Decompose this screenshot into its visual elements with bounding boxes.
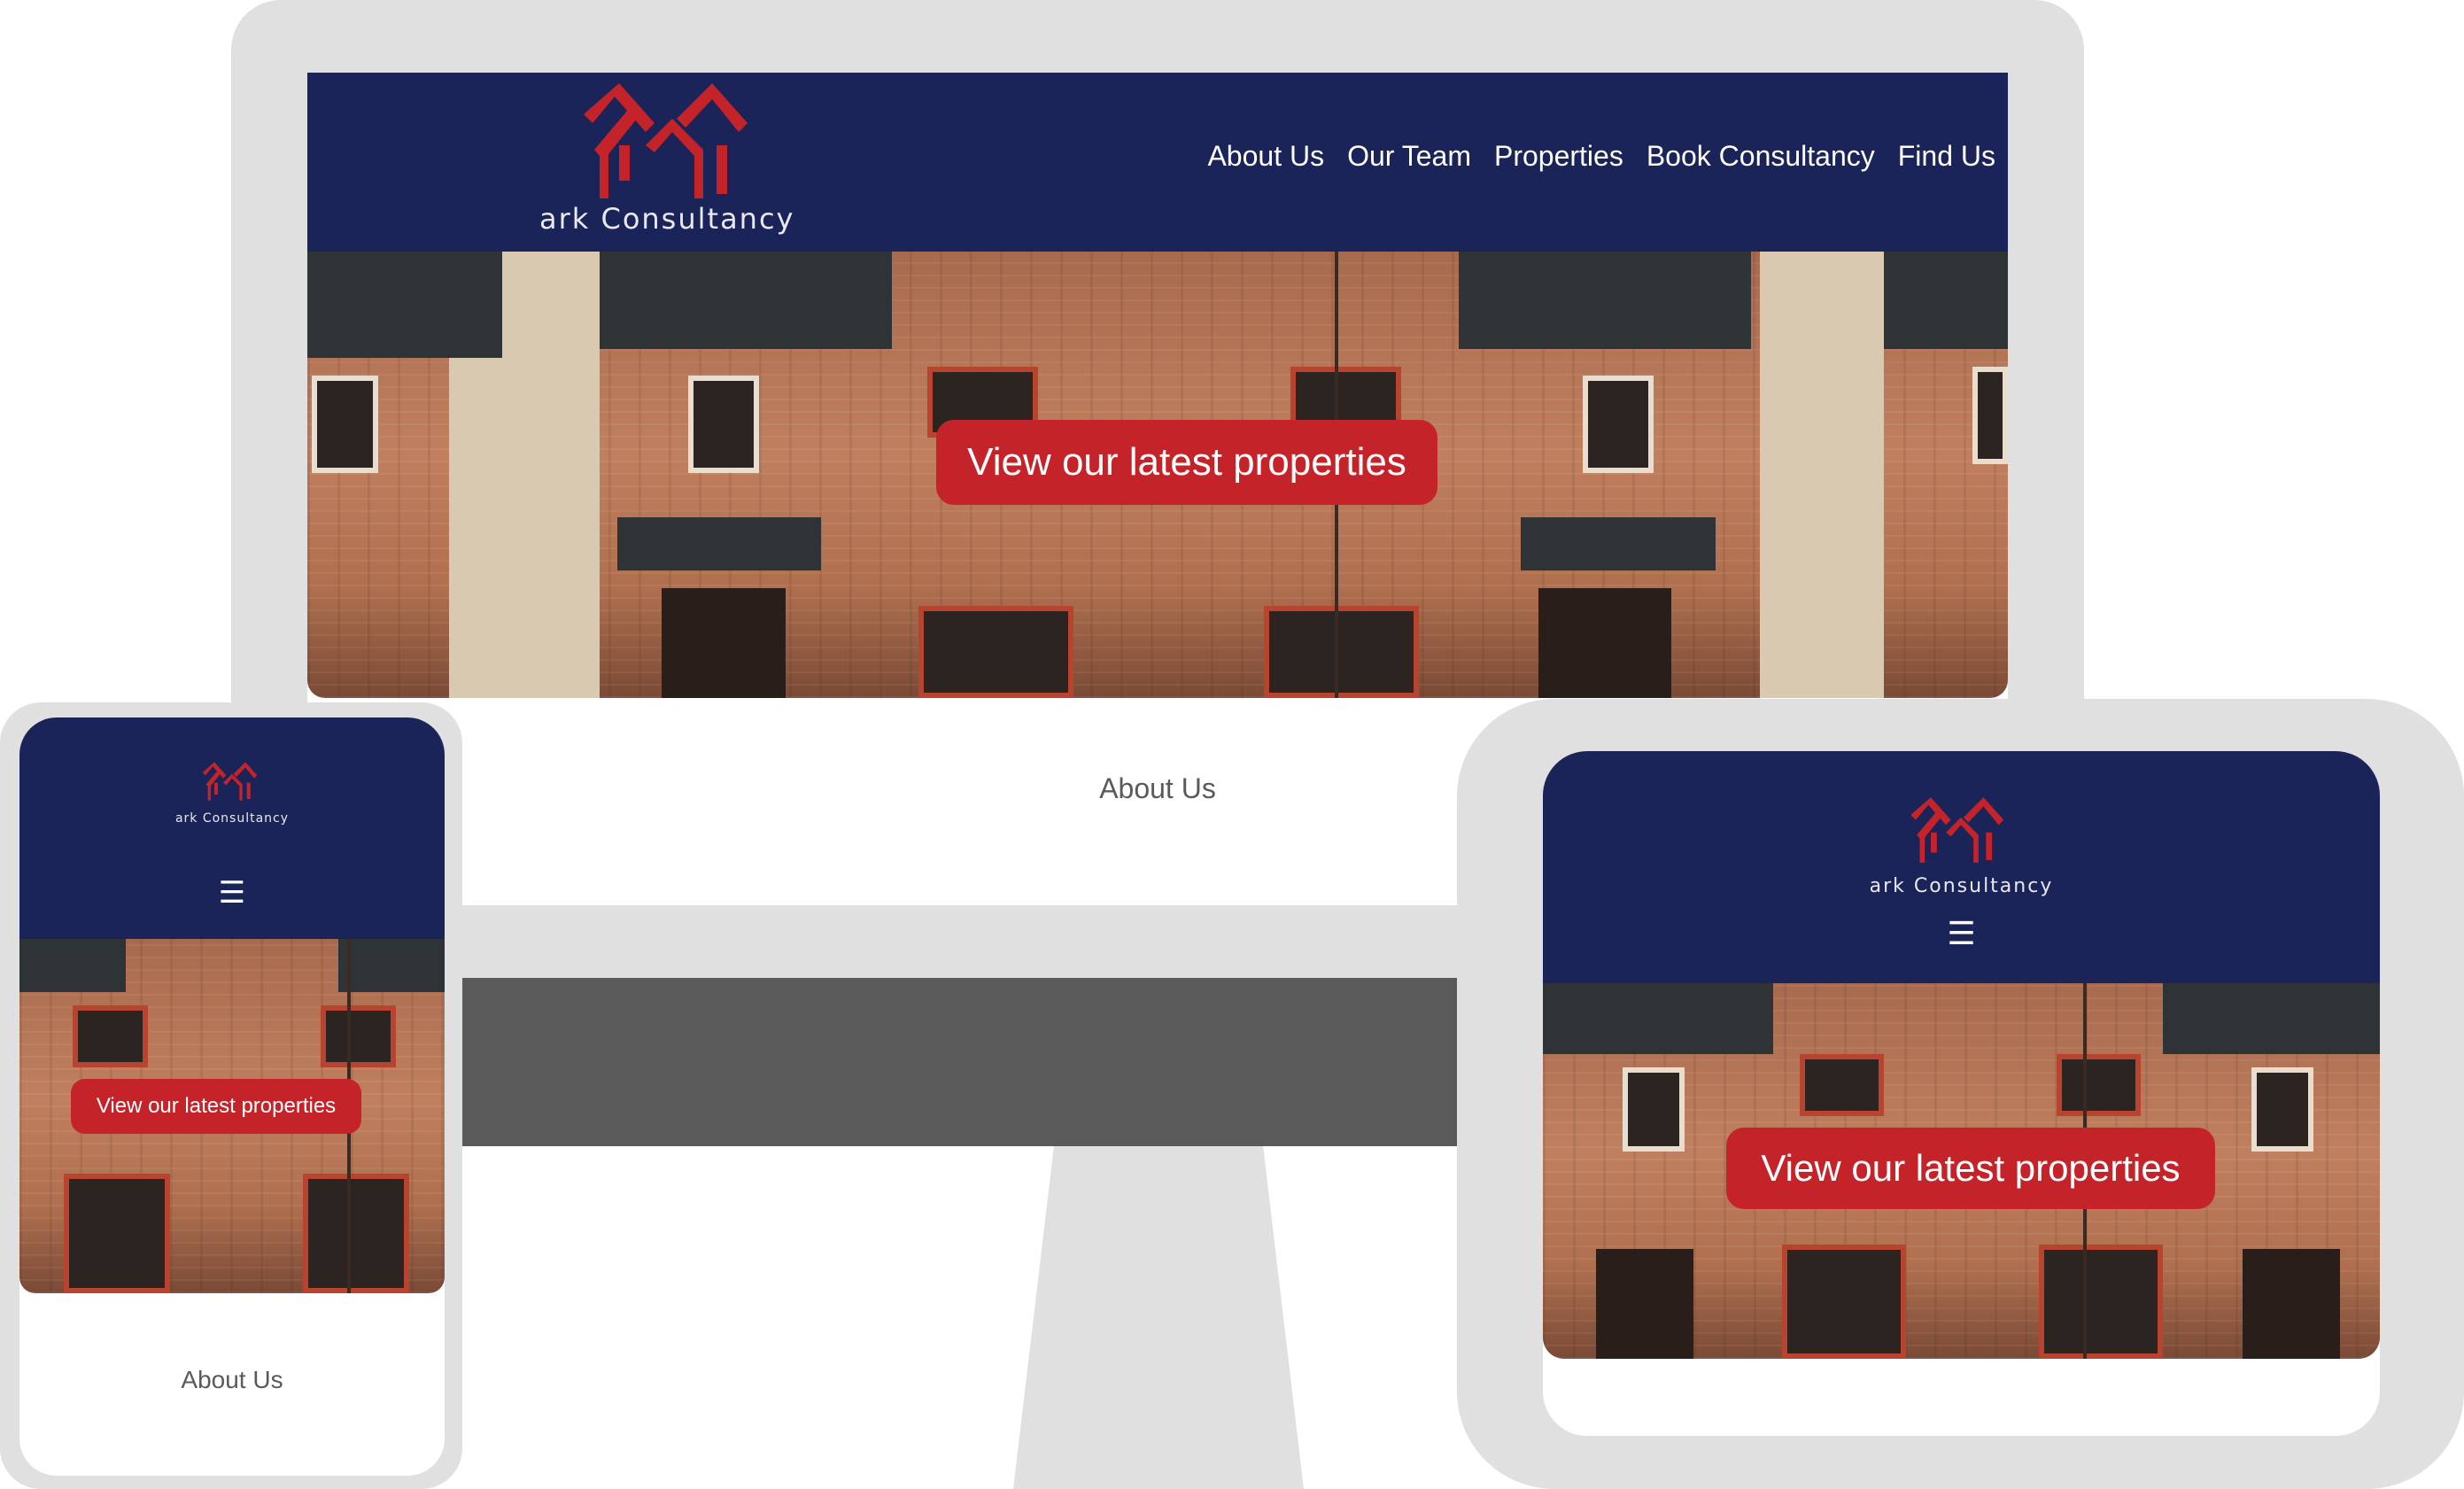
mobile-hamburger-icon[interactable]: ☰ xyxy=(19,875,445,911)
nav-our-team[interactable]: Our Team xyxy=(1347,140,1471,173)
houses-logo-icon xyxy=(202,762,258,801)
desktop-header: ark Consultancy About Us Our Team Proper… xyxy=(307,73,2008,252)
monitor-stand xyxy=(1013,1146,1304,1489)
tablet-hamburger-icon[interactable]: ☰ xyxy=(1543,916,2380,952)
logo-text: ark Consultancy xyxy=(539,202,795,236)
tablet-screen: ark Consultancy ☰ View our latest proper… xyxy=(1543,751,2380,1436)
tablet-logo-text: ark Consultancy xyxy=(1869,875,2054,897)
houses-logo-icon xyxy=(584,83,748,198)
nav-book-consultancy[interactable]: Book Consultancy xyxy=(1647,140,1875,173)
mobile-header: ark Consultancy ☰ xyxy=(19,717,445,939)
desktop-cta-button[interactable]: View our latest properties xyxy=(936,420,1437,505)
nav-properties[interactable]: Properties xyxy=(1494,140,1623,173)
desktop-nav: About Us Our Team Properties Book Consul… xyxy=(1184,140,1995,173)
mobile-logo-text: ark Consultancy xyxy=(174,811,290,826)
nav-find-us[interactable]: Find Us xyxy=(1898,140,1995,173)
mobile-screen: ark Consultancy ☰ View our latest proper… xyxy=(19,717,445,1476)
houses-logo-icon xyxy=(1910,797,2004,863)
mobile-cta-button[interactable]: View our latest properties xyxy=(71,1079,361,1134)
mobile-about-heading: About Us xyxy=(181,1366,283,1393)
nav-about-us[interactable]: About Us xyxy=(1207,140,1324,173)
desktop-logo[interactable]: ark Consultancy xyxy=(539,83,805,243)
tablet-header: ark Consultancy ☰ xyxy=(1543,751,2380,983)
tablet-cta-button[interactable]: View our latest properties xyxy=(1726,1128,2215,1209)
